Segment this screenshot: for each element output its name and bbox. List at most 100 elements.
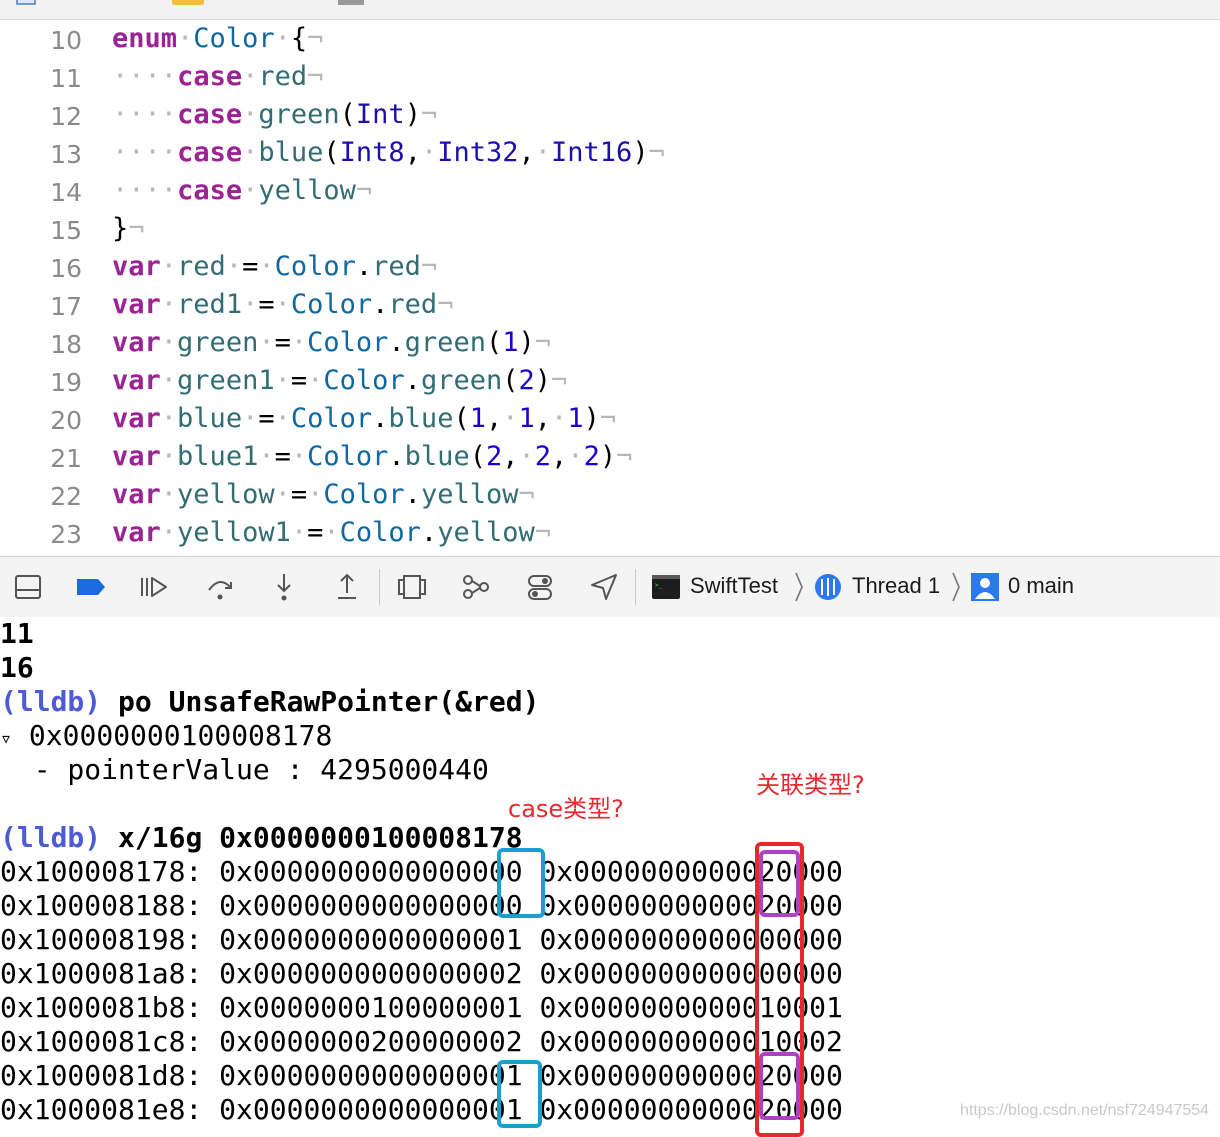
frame-crumb[interactable]: 0 main [1008, 573, 1074, 599]
memory-word: 0x0000000000000002 [219, 957, 523, 990]
line-number[interactable]: 22 [0, 482, 82, 511]
line-number[interactable]: 19 [0, 368, 82, 397]
code-text: var·blue·=·Color.blue(1,·1,·1)¬ [112, 403, 617, 434]
view-hierarchy-icon[interactable] [397, 572, 427, 602]
simulate-location-icon[interactable] [589, 572, 619, 602]
code-line[interactable]: 17 var·red1·=·Color.red¬ [0, 286, 1220, 324]
memory-row: 0x1000081b8: 0x0000000100000001 0x000000… [0, 991, 843, 1025]
memory-graph-icon[interactable] [461, 572, 491, 602]
memory-word: 0x0000000000000000 [219, 889, 523, 922]
command-text: po UnsafeRawPointer(&red) [118, 685, 540, 718]
line-number[interactable]: 10 [0, 26, 82, 55]
line-number[interactable]: 20 [0, 406, 82, 435]
step-into-icon[interactable] [269, 572, 299, 602]
line-number[interactable]: 11 [0, 64, 82, 93]
memory-word: 0x0000000000000000 [219, 855, 523, 888]
line-number[interactable]: 14 [0, 178, 82, 207]
memory-row: 0x100008188: 0x0000000000000000 0x000000… [0, 889, 843, 923]
line-number[interactable]: 21 [0, 444, 82, 473]
code-line[interactable]: 10 enum·Color·{¬ [0, 20, 1220, 58]
thread-icon [815, 574, 841, 600]
step-out-icon[interactable] [332, 572, 362, 602]
code-line[interactable]: 15 }¬ [0, 210, 1220, 248]
memory-row: 0x100008178: 0x0000000000000000 0x000000… [0, 855, 843, 889]
watermark: https://blog.csdn.net/nsf724947554 [960, 1102, 1210, 1119]
code-text: var·blue1·=·Color.blue(2,·2,·2)¬ [112, 441, 633, 472]
code-text: ····case·yellow¬ [112, 175, 373, 206]
jump-bar [0, 0, 1220, 20]
console-output: 16 [0, 651, 34, 684]
code-line[interactable]: 12 ····case·green(Int)¬ [0, 96, 1220, 134]
line-number[interactable]: 12 [0, 102, 82, 131]
memory-address: 0x1000081c8: [0, 1025, 203, 1058]
code-line[interactable]: 13 ····case·blue(Int8,·Int32,·Int16)¬ [0, 134, 1220, 172]
folder-icon [172, 0, 204, 5]
code-text: }¬ [112, 213, 145, 244]
memory-word: 0x0000000000000001 [219, 923, 523, 956]
code-line[interactable]: 21 var·blue1·=·Color.blue(2,·2,·2)¬ [0, 438, 1220, 476]
memory-row: 0x1000081a8: 0x0000000000000002 0x000000… [0, 957, 843, 991]
case-type-highlight-box [497, 848, 545, 918]
code-line[interactable]: 19 var·green1·=·Color.green(2)¬ [0, 362, 1220, 400]
code-text: var·green1·=·Color.green(2)¬ [112, 365, 568, 396]
environment-overrides-icon[interactable] [525, 572, 555, 602]
target-crumb[interactable]: SwiftTest [690, 573, 778, 599]
lldb-prompt: (lldb) [0, 821, 102, 854]
debug-bar: >_ SwiftTest Thread 1 0 main [0, 556, 1220, 618]
chevron-right-icon [952, 572, 960, 602]
source-editor[interactable]: 10 enum·Color·{¬ 11 ····case·red¬ 12 ····case… [0, 20, 1220, 556]
associated-type-annotation: 关联类型? [756, 771, 865, 799]
case-type-highlight-box [497, 1060, 542, 1128]
code-line[interactable]: 14 ····case·yellow¬ [0, 172, 1220, 210]
thread-crumb[interactable]: Thread 1 [852, 573, 940, 599]
terminal-app-icon: >_ [652, 575, 680, 599]
memory-address: 0x100008198: [0, 923, 203, 956]
memory-word: 0x0000000100000001 [219, 991, 523, 1024]
memory-word: 0x0000000000000001 [219, 1093, 523, 1126]
memory-address: 0x100008188: [0, 889, 203, 922]
line-number[interactable]: 15 [0, 216, 82, 245]
code-line[interactable]: 23 var·yellow1·=·Color.yellow¬ [0, 514, 1220, 552]
code-text: ····case·red¬ [112, 61, 324, 92]
associated-type-highlight-box [759, 1052, 800, 1120]
memory-address: 0x1000081b8: [0, 991, 203, 1024]
code-text: var·yellow·=·Color.yellow¬ [112, 479, 535, 510]
memory-address: 0x100008178: [0, 855, 203, 888]
hide-debug-area-icon[interactable] [13, 572, 43, 602]
memory-address: 0x1000081a8: [0, 957, 203, 990]
line-number[interactable]: 18 [0, 330, 82, 359]
code-line[interactable]: 20 var·blue·=·Color.blue(1,·1,·1)¬ [0, 400, 1220, 438]
breakpoints-toggle-icon[interactable] [76, 572, 106, 602]
line-number[interactable]: 13 [0, 140, 82, 169]
memory-address: 0x1000081e8: [0, 1093, 203, 1126]
file-icon [16, 0, 36, 5]
code-text: var·yellow1·=·Color.yellow¬ [112, 517, 551, 548]
command-text: x/16g 0x0000000100008178 [118, 821, 523, 854]
code-text: ····case·green(Int)¬ [112, 99, 438, 130]
toolbar-separator [635, 569, 636, 605]
pointer-address: 0x0000000100008178 [28, 719, 333, 752]
lldb-prompt: (lldb) [0, 685, 102, 718]
continue-icon[interactable] [139, 572, 169, 602]
memory-word: 0x0000000000000001 [219, 1059, 523, 1092]
toolbar-separator [379, 569, 380, 605]
console-output: 11 [0, 617, 34, 650]
code-line[interactable]: 16 var·red·=·Color.red¬ [0, 248, 1220, 286]
disclosure-triangle-icon[interactable]: ▿ [0, 726, 12, 750]
code-line[interactable]: 11 ····case·red¬ [0, 58, 1220, 96]
code-text: enum·Color·{¬ [112, 23, 324, 54]
code-line[interactable]: 18 var·green·=·Color.green(1)¬ [0, 324, 1220, 362]
memory-word: 0x0000000200000002 [219, 1025, 523, 1058]
debug-console[interactable]: 11 16 (lldb) po UnsafeRawPointer(&red) ▿… [0, 617, 1220, 1137]
case-type-annotation: case类型? [508, 795, 624, 823]
memory-address: 0x1000081d8: [0, 1059, 203, 1092]
step-over-icon[interactable] [205, 572, 235, 602]
code-text: var·green·=·Color.green(1)¬ [112, 327, 552, 358]
line-number[interactable]: 23 [0, 520, 82, 549]
line-number[interactable]: 16 [0, 254, 82, 283]
stack-frame-icon [971, 573, 999, 601]
line-number[interactable]: 17 [0, 292, 82, 321]
code-text: ····case·blue(Int8,·Int32,·Int16)¬ [112, 137, 665, 168]
pointer-value: - pointerValue : 4295000440 [0, 753, 489, 786]
code-line[interactable]: 22 var·yellow·=·Color.yellow¬ [0, 476, 1220, 514]
